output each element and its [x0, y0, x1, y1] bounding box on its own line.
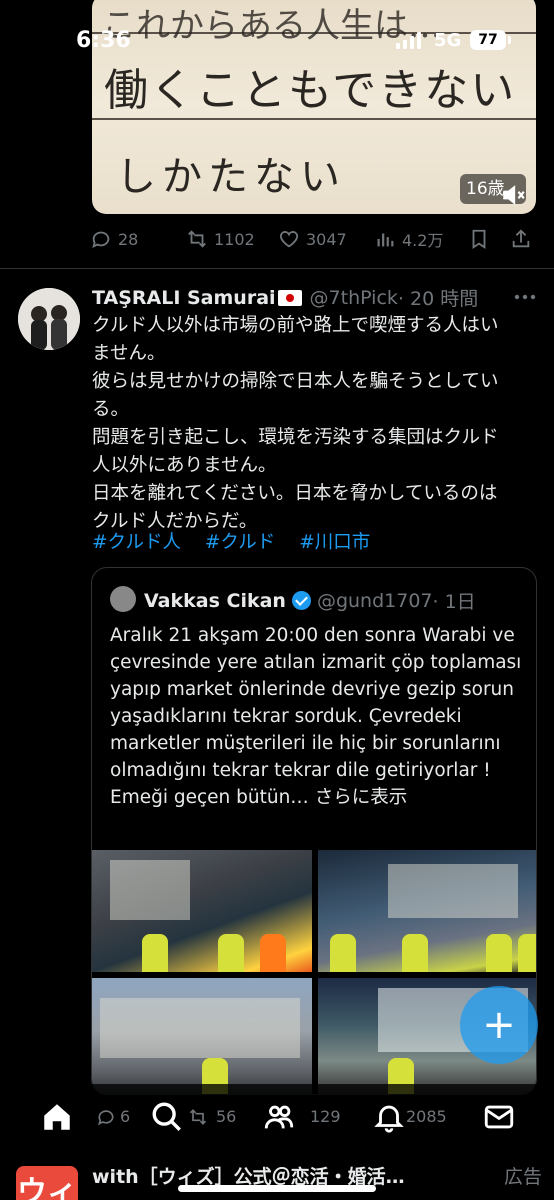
like-count: 3047 [306, 229, 347, 249]
views-count: 4.2万 [402, 231, 444, 250]
quote-header: Vakkas Cikan @gund1707 · 1日 [144, 587, 476, 614]
quote-body: Aralık 21 akşam 20:00 den sonra Warabi v… [110, 625, 522, 808]
japan-flag-icon [277, 289, 302, 306]
repost-icon[interactable] [188, 1107, 208, 1131]
tweet-line: 問題を引き起こし、環境を汚染する集団はクルド [92, 427, 499, 448]
network-type: 5G [434, 30, 462, 51]
user-handle[interactable]: @7thPick [310, 287, 398, 309]
verified-badge-icon [291, 591, 311, 610]
tweet-line: 彼らは見せかけの掃除で日本人を騙そうとしてい [92, 371, 499, 392]
tweet-text: クルド人以外は市場の前や路上で喫煙する人はい ません。 彼らは見せかけの掃除で日… [92, 312, 542, 536]
hashtags: #クルド人 #クルド #川口市 [92, 528, 388, 554]
status-bar: 6:36 5G 77 [0, 0, 554, 70]
home-icon[interactable] [40, 1100, 74, 1134]
like-button[interactable]: 3047 [278, 228, 347, 250]
hashtag-link[interactable]: #クルド [205, 532, 275, 553]
tweet-line: 日本を離れてください。日本を脅かしているのは [92, 483, 498, 504]
divider [0, 268, 554, 269]
quote-display-name: Vakkas Cikan [144, 589, 286, 612]
bookmark-icon[interactable] [468, 228, 490, 250]
views-button[interactable]: 4.2万 [374, 227, 443, 251]
reply-count: 28 [118, 229, 139, 249]
plus-icon: + [482, 1002, 516, 1048]
heart-icon [279, 231, 299, 248]
tweet-line: クルド人以外は市場の前や路上で喫煙する人はい [92, 315, 499, 336]
quote-text: Aralık 21 akşam 20:00 den sonra Warabi v… [110, 622, 530, 811]
hashtag-link[interactable]: #川口市 [299, 532, 370, 553]
reply-button[interactable]: 28 [90, 228, 138, 250]
repost-count: 56 [216, 1107, 237, 1126]
post-time: · 20 時間 [397, 288, 479, 310]
reply-icon [92, 231, 110, 249]
status-time: 6:36 [76, 28, 131, 53]
share-icon[interactable] [510, 228, 532, 250]
quote-time: · 1日 [432, 591, 476, 613]
like-count: 129 [310, 1107, 341, 1126]
photo[interactable] [318, 850, 536, 972]
show-more-link[interactable]: さらに表示 [315, 787, 408, 808]
ad-label: 広告 [503, 1166, 542, 1188]
advertiser-logo[interactable]: ウィ [16, 1166, 78, 1200]
reply-count: 6 [120, 1107, 131, 1126]
signal-icon [396, 31, 421, 49]
mute-icon[interactable] [500, 182, 526, 208]
tweet-line: ません。 [92, 343, 166, 364]
compose-button[interactable]: + [460, 986, 538, 1064]
views-icon [377, 233, 394, 247]
display-name[interactable]: TAŞRALI Samurai [92, 287, 276, 309]
repost-count: 1102 [214, 229, 255, 249]
battery-icon: 77 [470, 30, 511, 50]
tweet-actions: 6 56 129 2085 [90, 1105, 550, 1131]
avatar[interactable] [18, 288, 80, 350]
media-text-line: しかたない [116, 154, 346, 200]
photo[interactable] [92, 850, 312, 972]
photo[interactable] [92, 978, 312, 1094]
photo-grid [92, 850, 536, 1094]
tweet-line: る。 [92, 399, 130, 420]
repost-button[interactable]: 1102 [186, 228, 255, 250]
more-icon[interactable] [512, 290, 538, 304]
tweet-header: TAŞRALI Samurai @7thPick · 20 時間 [92, 284, 542, 311]
reply-icon[interactable] [96, 1107, 116, 1131]
views-count: 2085 [406, 1107, 447, 1126]
quote-handle: @gund1707 [316, 589, 433, 612]
tweet-line: 人以外にありません。 [92, 455, 277, 476]
quote-avatar [110, 586, 136, 612]
repost-icon [188, 230, 206, 248]
home-indicator [178, 1185, 376, 1192]
hashtag-link[interactable]: #クルド人 [92, 532, 181, 553]
post-actions: 28 1102 3047 4.2万 [90, 224, 540, 254]
